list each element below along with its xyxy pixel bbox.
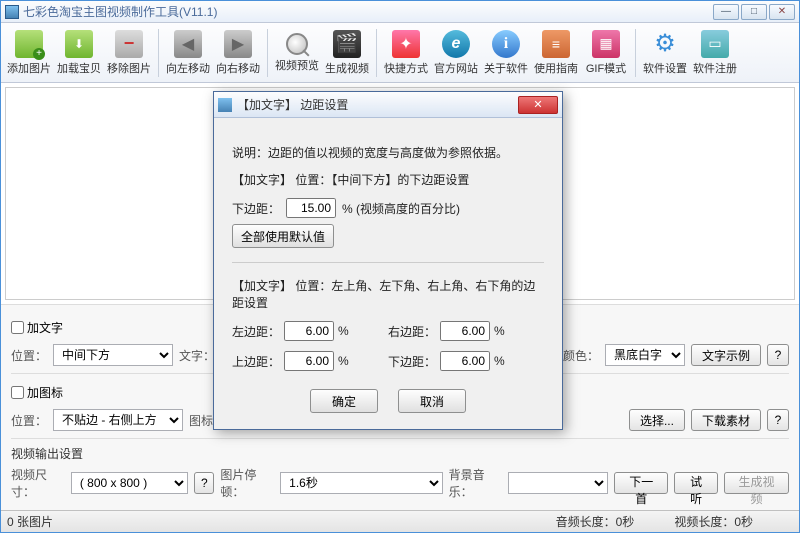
ok-button[interactable]: 确定 [310,389,378,413]
globe-icon [442,30,470,58]
add-icon-checkbox[interactable]: 加图标 [11,384,63,401]
remove-icon [115,30,143,58]
text-color-select[interactable]: 黑底白字 [605,344,685,366]
titlebar: 七彩色淘宝主图视频制作工具(V11.1) — □ ✕ [1,1,799,23]
icon-pos-select[interactable]: 不贴边 - 右侧上方 [53,409,183,431]
status-audio-length: 音频长度：0秒 [556,513,635,530]
about-button[interactable]: 关于软件 [482,26,530,80]
size-help-button[interactable]: ? [194,472,214,494]
load-item-button[interactable]: 加载宝贝 [55,26,103,80]
remove-image-button[interactable]: 移除图片 [105,26,153,80]
add-text-checkbox[interactable]: 加文字 [11,319,63,336]
icon-help-button[interactable]: ? [767,409,789,431]
register-button[interactable]: 软件注册 [691,26,739,80]
dialog-icon [218,98,232,112]
close-button[interactable]: ✕ [769,4,795,20]
dialog-close-button[interactable]: ✕ [518,96,558,114]
arrow-left-icon [174,30,202,58]
arrow-right-icon [224,30,252,58]
statusbar: 0 张图片 音频长度：0秒 视频长度：0秒 [1,510,799,532]
toolbar: 添加图片 加载宝贝 移除图片 向左移动 向右移动 视频预览 生成视频 快捷方式 … [1,23,799,83]
margin-dialog: 【加文字】 边距设置 ✕ 说明：边距的值以视频的宽度与高度做为参照依据。 【加文… [213,91,563,430]
left-margin-input[interactable] [284,321,334,341]
top-margin-input[interactable] [284,351,334,371]
minimize-button[interactable]: — [713,4,739,20]
bgm-select[interactable] [508,472,608,494]
guide-button[interactable]: 使用指南 [532,26,580,80]
bottom2-margin-label: 下边距： [388,353,436,370]
size-label: 视频尺寸： [11,466,65,500]
move-right-button[interactable]: 向右移动 [214,26,262,80]
dialog-desc: 说明：边距的值以视频的宽度与高度做为参照依据。 [232,144,544,161]
settings-button[interactable]: 软件设置 [641,26,689,80]
icon-download-button[interactable]: 下载素材 [691,409,761,431]
text-color-label: 颜色： [563,347,599,364]
generate-button[interactable]: 生成视频 [323,26,371,80]
bgm-label: 背景音乐： [449,466,503,500]
next-song-button[interactable]: 下一首 [614,472,668,494]
use-default-button[interactable]: 全部使用默认值 [232,224,334,248]
separator [376,29,377,77]
text-help-button[interactable]: ? [767,344,789,366]
clapboard-icon [333,30,361,58]
icon-pos-label: 位置： [11,412,47,429]
icon-select-button[interactable]: 选择... [629,409,685,431]
gif-icon [592,30,620,58]
separator [158,29,159,77]
frame-label: 图片停顿： [220,466,274,500]
gif-mode-button[interactable]: GIF模式 [582,26,630,80]
preview-button[interactable]: 视频预览 [273,26,321,80]
shortcut-icon [392,30,420,58]
text-label: 文字： [179,347,215,364]
app-icon [5,5,19,19]
frame-select[interactable]: 1.6秒 [280,472,442,494]
window-title: 七彩色淘宝主图视频制作工具(V11.1) [23,3,713,20]
right-margin-label: 右边距： [388,323,436,340]
add-image-icon [15,30,43,58]
text-pos-select[interactable]: 中间下方 [53,344,173,366]
left-margin-label: 左边距： [232,323,280,340]
size-select[interactable]: ( 800 x 800 ) [71,472,189,494]
text-sample-button[interactable]: 文字示例 [691,344,761,366]
info-icon [492,30,520,58]
move-left-button[interactable]: 向左移动 [164,26,212,80]
cancel-button[interactable]: 取消 [398,389,466,413]
bottom2-margin-input[interactable] [440,351,490,371]
book-icon [542,30,570,58]
separator [267,29,268,77]
website-button[interactable]: 官方网站 [432,26,480,80]
load-icon [65,30,93,58]
magnifier-icon [286,33,308,55]
maximize-button[interactable]: □ [741,4,767,20]
generate-video-button[interactable]: 生成视频 [724,472,789,494]
status-count: 0 张图片 [7,513,53,530]
try-listen-button[interactable]: 试听 [674,472,718,494]
top-margin-label: 上边距： [232,353,280,370]
text-pos-label: 位置： [11,347,47,364]
bottom-margin-label: 下边距： [232,200,280,217]
right-margin-input[interactable] [440,321,490,341]
bottom-margin-hint: % (视频高度的百分比) [342,200,460,217]
bottom-margin-input[interactable] [286,198,336,218]
dialog-titlebar[interactable]: 【加文字】 边距设置 ✕ [214,92,562,118]
register-icon [701,30,729,58]
add-image-button[interactable]: 添加图片 [5,26,53,80]
dialog-section2: 【加文字】 位置：左上角、左下角、右上角、右下角的边距设置 [232,277,544,311]
shortcut-button[interactable]: 快捷方式 [382,26,430,80]
gear-icon [651,30,679,58]
dialog-title: 【加文字】 边距设置 [237,96,518,113]
status-video-length: 视频长度：0秒 [674,513,753,530]
dialog-section1: 【加文字】 位置：【中间下方】的下边距设置 [232,171,544,188]
separator [635,29,636,77]
output-title: 视频输出设置 [11,445,789,462]
